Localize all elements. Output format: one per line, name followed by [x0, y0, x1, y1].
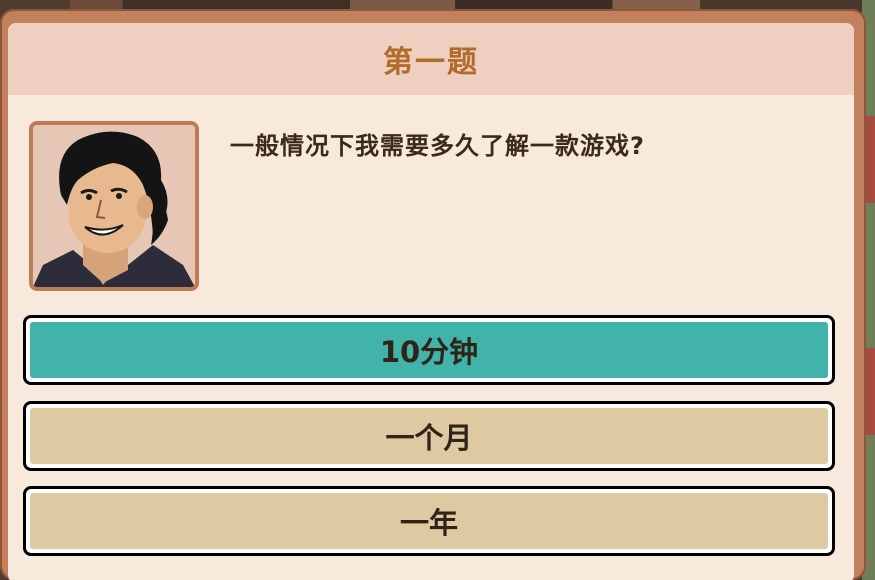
title-bar: 第一题 — [8, 23, 854, 95]
man-portrait-icon — [33, 125, 195, 287]
answer-option-3[interactable]: 一年 — [23, 486, 835, 556]
answer-option-label: 一个月 — [30, 408, 828, 464]
answer-option-border: 10分钟 — [26, 318, 832, 382]
answer-option-border: 一年 — [26, 489, 832, 553]
character-portrait — [29, 121, 199, 291]
question-text: 一般情况下我需要多久了解一款游戏? — [230, 132, 645, 160]
answer-option-border: 一个月 — [26, 404, 832, 468]
quiz-dialog: 第一题 一般情况下我需要多久了解一款游戏? 10分钟 一个月 一年 — [0, 9, 866, 580]
answer-option-label: 10分钟 — [30, 322, 828, 378]
answer-option-2[interactable]: 一个月 — [23, 401, 835, 471]
answer-option-1[interactable]: 10分钟 — [23, 315, 835, 385]
answer-option-label: 一年 — [30, 493, 828, 549]
quiz-dialog-panel: 第一题 一般情况下我需要多久了解一款游戏? 10分钟 一个月 一年 — [8, 23, 854, 580]
quiz-title: 第一题 — [383, 45, 479, 80]
